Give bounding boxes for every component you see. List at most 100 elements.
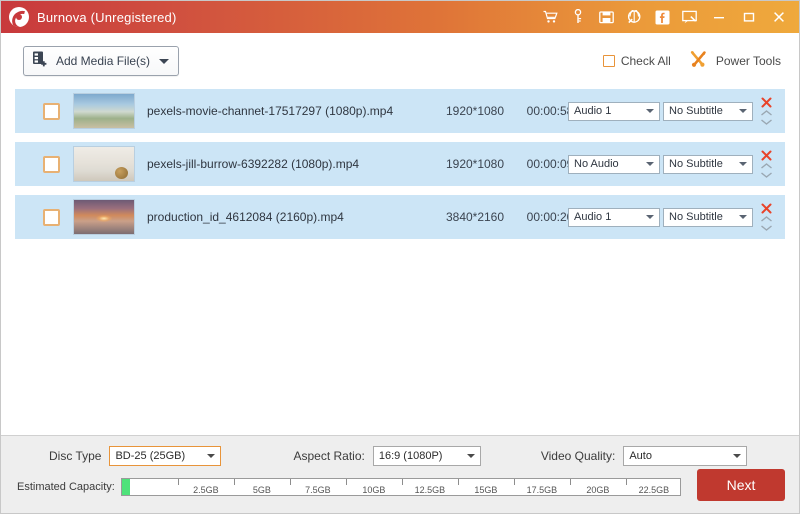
capacity-row: Estimated Capacity: 2.5GB5GB7.5GB10GB12.…: [1, 478, 799, 496]
chevron-down-icon: [739, 215, 747, 219]
disc-type-select[interactable]: BD-25 (25GB): [109, 446, 221, 466]
capacity-tick-label: 12.5GB: [415, 485, 446, 495]
capacity-tick: [402, 479, 403, 485]
close-x-icon[interactable]: [761, 97, 772, 108]
beach-aerial-thumbnail: [73, 93, 135, 129]
file-name: production_id_4612084 (2160p).mp4: [147, 210, 344, 224]
facebook-icon[interactable]: [653, 8, 671, 26]
check-all-control[interactable]: Check All: [603, 54, 671, 68]
audio-track-value: No Audio: [574, 158, 619, 170]
settings-row: Disc Type BD-25 (25GB) Aspect Ratio: 16:…: [1, 436, 799, 476]
capacity-tick: [346, 479, 347, 485]
video-quality-select[interactable]: Auto: [623, 446, 747, 466]
chevron-down-icon: [646, 215, 654, 219]
chevron-down-icon: [739, 109, 747, 113]
next-button[interactable]: Next: [697, 469, 785, 501]
capacity-tick: [178, 479, 179, 485]
chevron-down-icon: [733, 454, 741, 458]
table-row[interactable]: production_id_4612084 (2160p).mp4 3840*2…: [15, 195, 785, 239]
capacity-tick-label: 10GB: [362, 485, 385, 495]
chevron-down-icon[interactable]: [760, 224, 773, 232]
white-table-thumbnail: [73, 146, 135, 182]
capacity-tick: [570, 479, 571, 485]
capacity-tick-label: 15GB: [474, 485, 497, 495]
capacity-tick: [290, 479, 291, 485]
chevron-down-icon[interactable]: [760, 171, 773, 179]
resolution-value: 1920*1080: [435, 104, 515, 118]
row-actions: [755, 142, 777, 186]
row-checkbox[interactable]: [43, 156, 60, 173]
bottom-settings-panel: Disc Type BD-25 (25GB) Aspect Ratio: 16:…: [1, 435, 799, 513]
disc-type-value: BD-25 (25GB): [115, 450, 185, 462]
audio-track-value: Audio 1: [574, 211, 611, 223]
chevron-down-icon: [207, 454, 215, 458]
audio-track-select[interactable]: Audio 1: [568, 102, 660, 121]
subtitle-value: No Subtitle: [669, 211, 723, 223]
capacity-fill: [122, 479, 130, 495]
check-all-checkbox[interactable]: [603, 55, 615, 67]
burnova-window: Burnova (Unregistered): [0, 0, 800, 514]
minimize-button[interactable]: [709, 7, 729, 27]
file-name: pexels-movie-channet-17517297 (1080p).mp…: [147, 104, 393, 118]
chevron-down-icon: [467, 454, 475, 458]
chevron-up-icon[interactable]: [760, 215, 773, 223]
chevron-up-icon[interactable]: [760, 162, 773, 170]
check-all-label: Check All: [621, 54, 671, 68]
sunset-beach-thumbnail: [73, 199, 135, 235]
chevron-down-icon[interactable]: [159, 59, 169, 64]
capacity-tick-label: 20GB: [586, 485, 609, 495]
subtitle-value: No Subtitle: [669, 158, 723, 170]
resolution-value: 3840*2160: [435, 210, 515, 224]
disc-type-label: Disc Type: [49, 449, 101, 463]
audio-track-value: Audio 1: [574, 105, 611, 117]
subtitle-select[interactable]: No Subtitle: [663, 208, 753, 227]
tools-icon: [689, 50, 708, 73]
chevron-down-icon: [739, 162, 747, 166]
estimated-capacity-label: Estimated Capacity:: [17, 481, 115, 493]
capacity-tick: [234, 479, 235, 485]
key-icon[interactable]: [569, 8, 587, 26]
capacity-tick-label: 22.5GB: [639, 485, 670, 495]
feedback-icon[interactable]: [681, 8, 699, 26]
chevron-down-icon: [646, 109, 654, 113]
resolution-value: 1920*1080: [435, 157, 515, 171]
capacity-tick: [458, 479, 459, 485]
maximize-button[interactable]: [739, 7, 759, 27]
close-x-icon[interactable]: [761, 150, 772, 161]
power-tools-button[interactable]: Power Tools: [689, 50, 781, 73]
row-actions: [755, 89, 777, 133]
capacity-tick: [514, 479, 515, 485]
capacity-tick-label: 2.5GB: [193, 485, 219, 495]
help-icon[interactable]: [625, 8, 643, 26]
aspect-ratio-value: 16:9 (1080P): [379, 450, 443, 462]
row-checkbox[interactable]: [43, 209, 60, 226]
aspect-ratio-label: Aspect Ratio:: [293, 449, 364, 463]
table-row[interactable]: pexels-movie-channet-17517297 (1080p).mp…: [15, 89, 785, 133]
table-row[interactable]: pexels-jill-burrow-6392282 (1080p).mp4 1…: [15, 142, 785, 186]
chevron-down-icon[interactable]: [760, 118, 773, 126]
aspect-ratio-select[interactable]: 16:9 (1080P): [373, 446, 481, 466]
row-checkbox[interactable]: [43, 103, 60, 120]
power-tools-label: Power Tools: [716, 54, 781, 68]
row-actions: [755, 195, 777, 239]
file-name: pexels-jill-burrow-6392282 (1080p).mp4: [147, 157, 359, 171]
capacity-tick-label: 17.5GB: [527, 485, 558, 495]
chevron-up-icon[interactable]: [760, 109, 773, 117]
title-bar: Burnova (Unregistered): [1, 1, 799, 33]
subtitle-select[interactable]: No Subtitle: [663, 102, 753, 121]
folder-icon[interactable]: [597, 8, 615, 26]
media-list: pexels-movie-channet-17517297 (1080p).mp…: [1, 89, 799, 435]
window-title: Burnova (Unregistered): [37, 10, 177, 25]
cart-icon[interactable]: [541, 8, 559, 26]
add-media-button[interactable]: Add Media File(s): [23, 46, 179, 76]
subtitle-select[interactable]: No Subtitle: [663, 155, 753, 174]
close-x-icon[interactable]: [761, 203, 772, 214]
close-button[interactable]: [769, 7, 789, 27]
chevron-down-icon: [646, 162, 654, 166]
main-toolbar: Add Media File(s) Check All: [1, 33, 799, 89]
video-quality-value: Auto: [629, 450, 652, 462]
capacity-tick: [626, 479, 627, 485]
audio-track-select[interactable]: No Audio: [568, 155, 660, 174]
toolbar-right-group: Check All Power Tools: [603, 50, 781, 73]
audio-track-select[interactable]: Audio 1: [568, 208, 660, 227]
